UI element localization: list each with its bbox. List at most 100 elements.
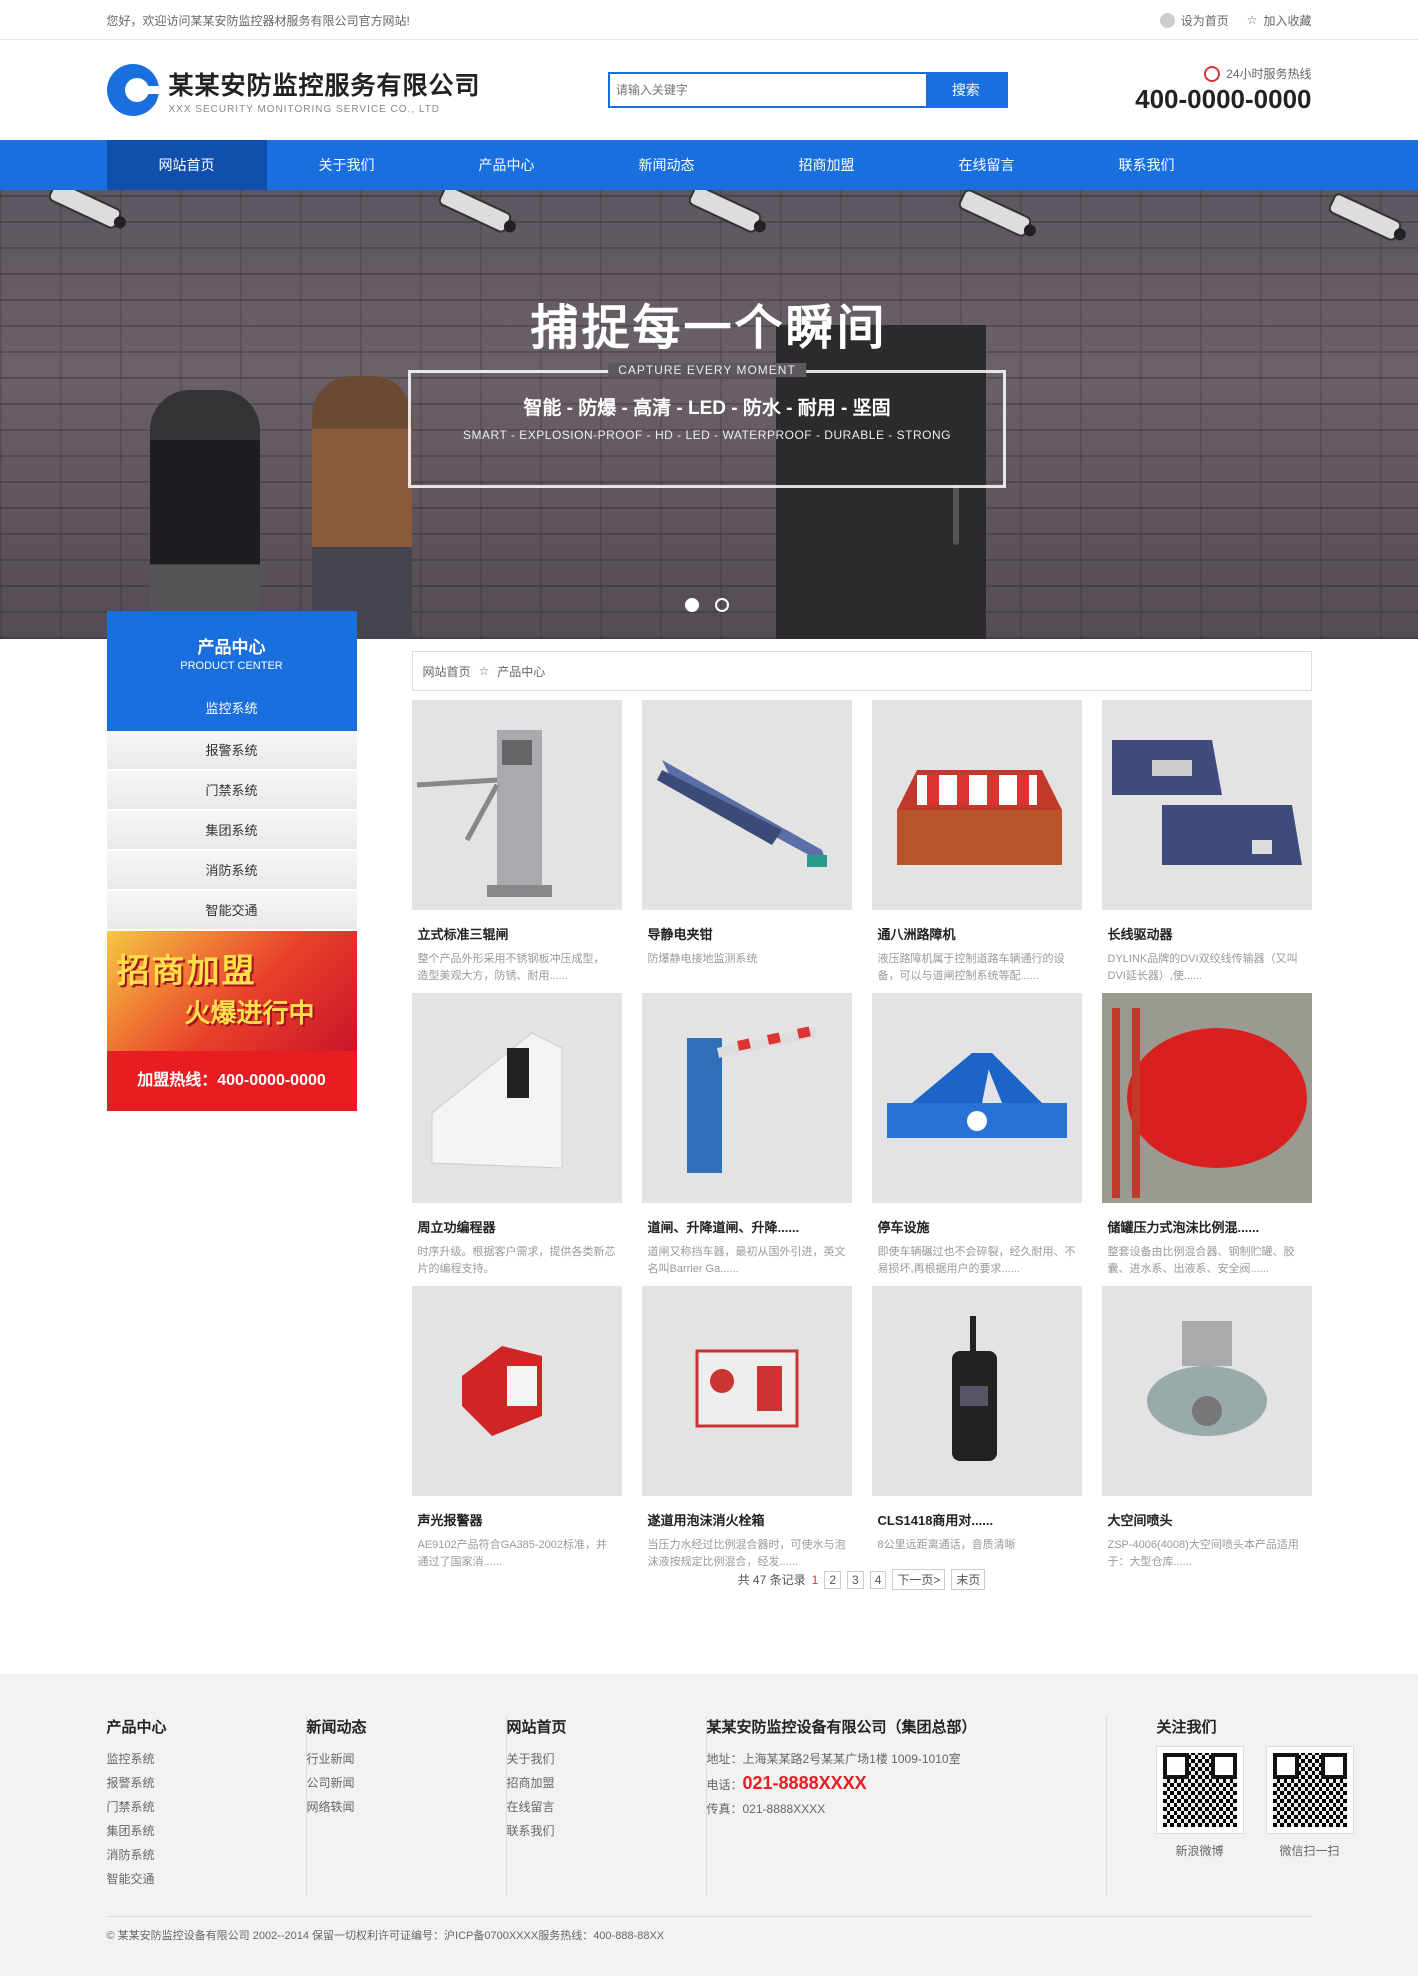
footer-link[interactable]: 报警系统 <box>107 1771 306 1795</box>
carousel-dot-2[interactable] <box>715 598 729 612</box>
product-card[interactable]: 通八洲路障机 液压路障机属于控制道路车辆通行的设备，可以与道闸控制系统等配...… <box>871 700 1082 993</box>
logo[interactable]: 某某安防监控服务有限公司 XXX SECURITY MONITORING SER… <box>106 64 481 116</box>
product-image-alarm[interactable] <box>411 1286 622 1496</box>
set-home-label: 设为首页 <box>1180 13 1229 28</box>
product-desc: 防爆静电接地监测系统 <box>647 953 758 965</box>
product-card[interactable]: 立式标准三辊闸 整个产品外形采用不锈钢板冲压成型， 造型美观大方，防锈、耐用..… <box>411 700 622 993</box>
sidebar-item-fire[interactable]: 消防系统 <box>106 851 357 891</box>
sidebar-title: 产品中心 <box>197 638 266 657</box>
wechat-qr[interactable]: 微信扫一扫 <box>1266 1747 1353 1863</box>
footer-news: 新闻动态 行业新闻 公司新闻 网络轶闻 <box>307 1716 507 1896</box>
footer-link[interactable]: 行业新闻 <box>307 1747 506 1771</box>
search-input[interactable] <box>609 74 926 106</box>
product-image-programmer[interactable] <box>411 993 622 1203</box>
footer-link[interactable]: 消防系统 <box>107 1843 306 1867</box>
weibo-qr[interactable]: 新浪微博 <box>1156 1747 1243 1863</box>
product-image-radio[interactable] <box>871 1286 1082 1496</box>
product-card[interactable]: 导静电夹钳 防爆静电接地监测系统 <box>641 700 852 993</box>
product-card[interactable]: 道闸、升降道闸、升降...... 道闸又称挡车器，最初从国外引进，英文名叫Bar… <box>641 993 852 1286</box>
product-image-road-blocker[interactable] <box>871 700 1082 910</box>
product-desc: AE9102产品符合GA385-2002标准，并通过了国家消...... <box>417 1539 608 1568</box>
footer-link[interactable]: 智能交通 <box>107 1867 306 1891</box>
product-card[interactable]: CLS1418商用对...... 8公里远距离通话，音质清晰 <box>871 1286 1082 1579</box>
nav-franchise[interactable]: 招商加盟 <box>747 140 907 190</box>
sidebar-title-en: PRODUCT CENTER <box>180 660 283 672</box>
pager-page-4[interactable]: 4 <box>869 1570 887 1589</box>
nav-about[interactable]: 关于我们 <box>267 140 427 190</box>
product-name[interactable]: 遂道用泡沫消火栓箱 <box>648 1510 852 1529</box>
footer-follow-title: 关注我们 <box>1156 1719 1217 1736</box>
product-name[interactable]: 导静电夹钳 <box>648 924 852 943</box>
product-card[interactable]: 长线驱动器 DYLINK品牌的DVI双绞线传输器（又叫DVI延长器）,使....… <box>1101 700 1312 993</box>
nav-products[interactable]: 产品中心 <box>427 140 587 190</box>
footer-link[interactable]: 在线留言 <box>507 1795 706 1819</box>
product-image-barrier-gate[interactable] <box>641 993 852 1203</box>
nav-message[interactable]: 在线留言 <box>907 140 1067 190</box>
breadcrumb-home[interactable]: 网站首页 <box>423 663 471 680</box>
footer-link[interactable]: 招商加盟 <box>507 1771 706 1795</box>
pager-page-1[interactable]: 1 <box>812 1573 819 1587</box>
product-image-sprinkler[interactable] <box>1101 1286 1312 1496</box>
product-image-dvi-extender[interactable] <box>1101 700 1312 910</box>
product-grid: 立式标准三辊闸 整个产品外形采用不锈钢板冲压成型， 造型美观大方，防锈、耐用..… <box>411 700 1312 1579</box>
product-name[interactable]: CLS1418商用对...... <box>878 1510 1082 1529</box>
banner-title: 捕捉每一个瞬间 <box>530 302 888 355</box>
sidebar-item-access[interactable]: 门禁系统 <box>106 771 357 811</box>
footer-tel-label: 电话： <box>706 1778 743 1792</box>
carousel-dot-1[interactable] <box>685 598 699 612</box>
breadcrumb: 网站首页 ☆ 产品中心 <box>411 651 1312 691</box>
product-image-clamp[interactable] <box>641 700 852 910</box>
footer-link[interactable]: 网络轶闻 <box>307 1795 506 1819</box>
product-name[interactable]: 大空间喷头 <box>1108 1510 1312 1529</box>
product-name[interactable]: 声光报警器 <box>418 1510 622 1529</box>
product-card[interactable]: 周立功编程器 时序升级。根据客户需求，提供各类新芯片的编程支持。 <box>411 993 622 1286</box>
product-image-parking-lock[interactable] <box>871 993 1082 1203</box>
sidebar-item-monitoring[interactable]: 监控系统 <box>107 698 357 717</box>
footer-link[interactable]: 公司新闻 <box>307 1771 506 1795</box>
hotline-label: 24小时服务热线 <box>1226 67 1312 81</box>
franchise-promo-banner[interactable]: 招商加盟 火爆进行中 <box>106 931 357 1051</box>
footer-fax: 传真：021-8888XXXX <box>706 1802 826 1816</box>
footer-link[interactable]: 监控系统 <box>107 1747 306 1771</box>
footer-link[interactable]: 联系我们 <box>507 1819 706 1843</box>
header: 某某安防监控服务有限公司 XXX SECURITY MONITORING SER… <box>0 40 1418 140</box>
product-main: 网站首页 ☆ 产品中心 立式标准三辊闸 整个产品外形采用不锈钢板冲压成型， 造型… <box>411 651 1312 1590</box>
sidebar-item-group[interactable]: 集团系统 <box>106 811 357 851</box>
product-name[interactable]: 周立功编程器 <box>418 1217 622 1236</box>
pager-page-3[interactable]: 3 <box>847 1570 864 1589</box>
product-name[interactable]: 停车设施 <box>878 1217 1082 1236</box>
product-name[interactable]: 道闸、升降道闸、升降...... <box>648 1217 852 1236</box>
nav-home[interactable]: 网站首页 <box>106 140 267 190</box>
nav-contact[interactable]: 联系我们 <box>1067 140 1227 190</box>
pager-next[interactable]: 下一页> <box>892 1569 946 1590</box>
nav-news[interactable]: 新闻动态 <box>587 140 747 190</box>
product-card[interactable]: 遂道用泡沫消火栓箱 当压力水经过比例混合器时，可使水与泡沫液按规定比例混合，经发… <box>641 1286 852 1579</box>
product-desc: 整个产品外形采用不锈钢板冲压成型， 造型美观大方，防锈、耐用...... <box>417 953 605 982</box>
set-home-link[interactable]: 设为首页 <box>1159 12 1229 29</box>
search-button[interactable]: 搜索 <box>925 74 1006 106</box>
product-desc: 液压路障机属于控制道路车辆通行的设备，可以与道闸控制系统等配...... <box>877 953 1065 982</box>
footer-tel: 021-8888XXXX <box>742 1773 867 1793</box>
logo-mark-icon <box>106 64 161 116</box>
product-image-hydrant-box[interactable] <box>641 1286 852 1496</box>
footer: 产品中心 监控系统 报警系统 门禁系统 集团系统 消防系统 智能交通 新闻动态 … <box>0 1674 1418 1976</box>
product-name[interactable]: 长线驱动器 <box>1108 924 1312 943</box>
footer-link[interactable]: 门禁系统 <box>107 1795 306 1819</box>
product-name[interactable]: 通八洲路障机 <box>878 924 1082 943</box>
product-card[interactable]: 停车设施 即使车辆碾过也不会碎裂，经久耐用、不易损坏,再根据用户的要求.....… <box>871 993 1082 1286</box>
footer-link[interactable]: 关于我们 <box>507 1747 706 1771</box>
product-card[interactable]: 声光报警器 AE9102产品符合GA385-2002标准，并通过了国家消....… <box>411 1286 622 1579</box>
footer-link[interactable]: 集团系统 <box>107 1819 306 1843</box>
add-favorite-link[interactable]: ☆ 加入收藏 <box>1247 12 1312 29</box>
sidebar-item-alarm[interactable]: 报警系统 <box>106 731 357 771</box>
product-card[interactable]: 大空间喷头 ZSP-4006(4008)大空间喷头本产品适用于：大型仓库....… <box>1101 1286 1312 1579</box>
product-card[interactable]: 储罐压力式泡沫比例混...... 整套设备由比例混合器、钢制贮罐、胶囊、进水系、… <box>1101 993 1312 1286</box>
product-image-turnstile[interactable] <box>411 700 622 910</box>
pager-page-2[interactable]: 2 <box>824 1570 841 1589</box>
top-bar: 您好，欢迎访问某某安防监控器材服务有限公司官方网站! 设为首页 ☆ 加入收藏 <box>0 0 1418 40</box>
product-name[interactable]: 储罐压力式泡沫比例混...... <box>1108 1217 1312 1236</box>
sidebar-item-traffic[interactable]: 智能交通 <box>106 891 357 931</box>
pager-last[interactable]: 末页 <box>951 1569 986 1590</box>
product-image-foam-tank[interactable] <box>1101 993 1312 1203</box>
product-name[interactable]: 立式标准三辊闸 <box>418 924 622 943</box>
